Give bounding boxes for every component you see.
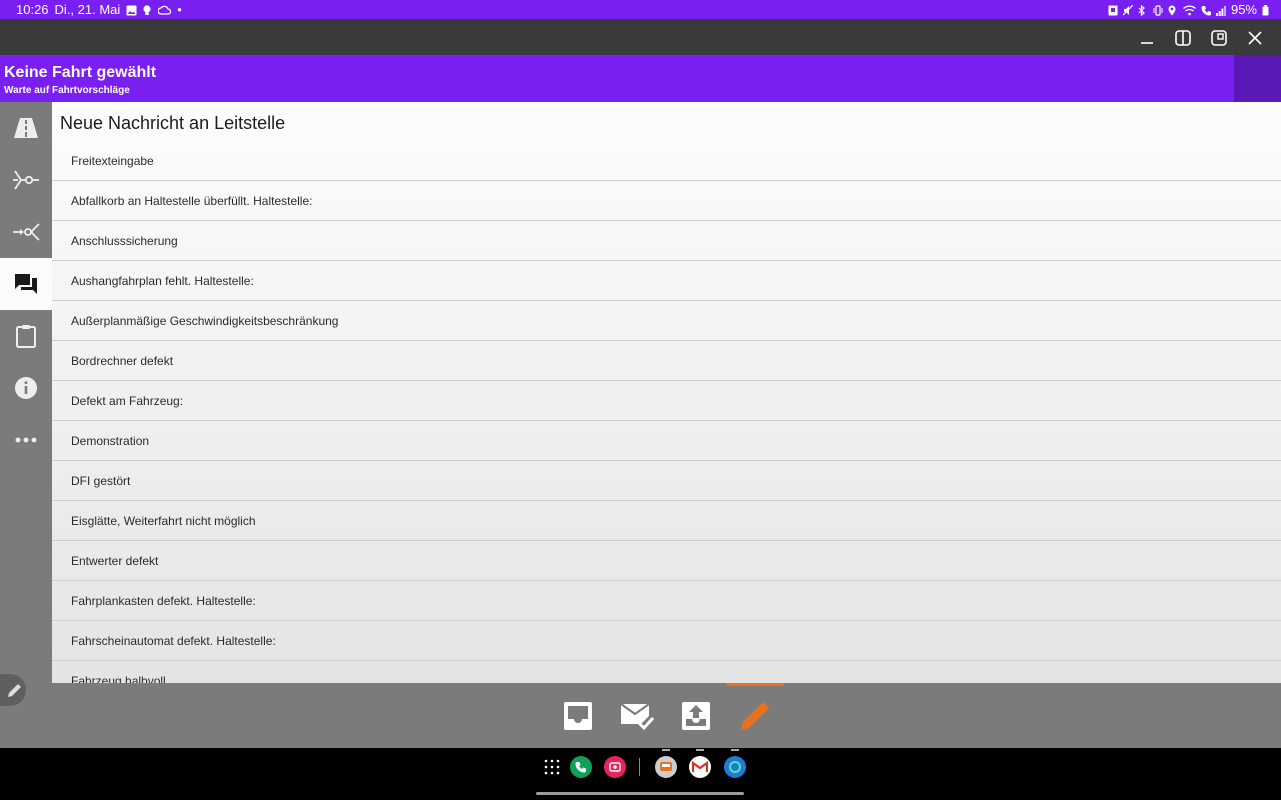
battery-level: 95% (1230, 2, 1257, 17)
popup-view-button[interactable] (1208, 27, 1230, 49)
message-template-list: Freitexteingabe Abfallkorb an Haltestell… (52, 141, 1281, 683)
list-item[interactable]: Aushangfahrplan fehlt. Haltestelle: (52, 261, 1281, 301)
running-indicator (731, 749, 739, 751)
page-title: Neue Nachricht an Leitstelle (60, 113, 286, 133)
route-split-icon (13, 170, 39, 190)
active-tab-indicator (726, 683, 784, 686)
bulb-icon (142, 4, 152, 15)
list-item[interactable]: Defekt am Fahrzeug: (52, 381, 1281, 421)
trip-title: Keine Fahrt gewählt (4, 64, 157, 81)
system-taskbar (0, 748, 1281, 800)
tab-sent[interactable] (620, 699, 654, 733)
status-left: 10:26 Di., 21. Mai • (16, 2, 182, 17)
popup-view-icon (1211, 30, 1227, 46)
screen-recorder-icon (609, 762, 621, 772)
chat-icon (15, 274, 37, 294)
gallery-icon (126, 4, 137, 16)
cloud-sync-icon (157, 4, 172, 15)
nfc-icon (1108, 4, 1118, 16)
list-item[interactable]: Demonstration (52, 421, 1281, 461)
apps-grid-icon (544, 759, 560, 775)
screen-recorder-button[interactable] (604, 756, 626, 778)
split-screen-icon (1175, 30, 1191, 46)
sidebar-nav (0, 102, 52, 748)
list-item[interactable]: Eisglätte, Weiterfahrt nicht möglich (52, 501, 1281, 541)
list-item[interactable]: Abfallkorb an Haltestelle überfüllt. Hal… (52, 181, 1281, 221)
sidebar-item-route-merge[interactable] (0, 206, 52, 258)
location-icon (1168, 4, 1178, 16)
home-gesture-bar[interactable] (536, 792, 744, 795)
status-time: 10:26 (16, 2, 49, 17)
tab-inbox[interactable] (561, 699, 595, 733)
list-item[interactable]: Entwerter defekt (52, 541, 1281, 581)
split-screen-button[interactable] (1172, 27, 1194, 49)
sidebar-item-route-split[interactable] (0, 154, 52, 206)
bus-app-icon (660, 762, 672, 771)
more-icon (15, 437, 37, 443)
wifi-icon (1183, 4, 1196, 16)
gmail-icon (692, 761, 708, 772)
tab-compose[interactable] (738, 699, 772, 733)
outbox-upload-icon (682, 702, 710, 730)
recent-app-bus-button[interactable] (655, 756, 677, 778)
pencil-icon (741, 702, 769, 730)
browser-icon (729, 761, 741, 773)
dock-divider (639, 758, 640, 776)
mail-check-icon (620, 703, 654, 731)
minimize-button[interactable] (1136, 27, 1158, 49)
call-icon (1201, 4, 1211, 16)
header-action-button[interactable] (1234, 55, 1281, 102)
list-item[interactable]: Bordrechner defekt (52, 341, 1281, 381)
signal-icon (1215, 4, 1226, 16)
list-item[interactable]: Freitexteingabe (52, 141, 1281, 181)
list-item[interactable]: DFI gestört (52, 461, 1281, 501)
phone-icon (575, 762, 586, 773)
phone-app-button[interactable] (570, 756, 592, 778)
sidebar-item-messages[interactable] (0, 258, 52, 310)
window-controls-bar (0, 19, 1281, 55)
running-indicator (696, 749, 704, 751)
sidebar-item-info[interactable] (0, 362, 52, 414)
close-window-button[interactable] (1244, 27, 1266, 49)
sidebar-item-clipboard[interactable] (0, 310, 52, 362)
app-header: Keine Fahrt gewählt Warte auf Fahrtvorsc… (0, 55, 1281, 102)
bluetooth-icon (1138, 4, 1148, 17)
list-item[interactable]: Fahrzeug halbvoll (52, 661, 1281, 684)
system-status-bar: 10:26 Di., 21. Mai • 95% (0, 0, 1281, 19)
trip-subtitle: Warte auf Fahrtvorschläge (4, 85, 130, 96)
message-panel: Neue Nachricht an Leitstelle Freitextein… (52, 102, 1281, 683)
gmail-app-button[interactable] (689, 756, 711, 778)
list-item[interactable]: Fahrplankasten defekt. Haltestelle: (52, 581, 1281, 621)
list-item[interactable]: Fahrscheinautomat defekt. Haltestelle: (52, 621, 1281, 661)
route-merge-icon (13, 223, 40, 241)
pencil-icon (8, 684, 21, 697)
sidebar-item-road[interactable] (0, 102, 52, 154)
edge-browser-button[interactable] (724, 756, 746, 778)
bottom-tab-bar (52, 683, 1281, 748)
info-icon (15, 377, 37, 399)
status-dot: • (177, 2, 182, 17)
status-right: 95% (1108, 2, 1269, 17)
app-drawer-button[interactable] (544, 759, 560, 780)
close-icon (1248, 31, 1262, 45)
clipboard-icon (16, 325, 36, 348)
vibrate-icon (1153, 4, 1163, 16)
running-indicator (662, 749, 670, 751)
inbox-icon (564, 702, 592, 730)
road-icon (14, 118, 38, 138)
battery-icon (1262, 4, 1269, 16)
sidebar-edit-button[interactable] (0, 674, 26, 706)
no-sound-icon (1122, 4, 1134, 16)
minimize-icon (1141, 42, 1153, 44)
list-item[interactable]: Anschlusssicherung (52, 221, 1281, 261)
sidebar-item-more[interactable] (0, 414, 52, 466)
status-date: Di., 21. Mai (54, 2, 121, 17)
list-item[interactable]: Außerplanmäßige Geschwindigkeitsbeschrän… (52, 301, 1281, 341)
tab-outbox[interactable] (679, 699, 713, 733)
